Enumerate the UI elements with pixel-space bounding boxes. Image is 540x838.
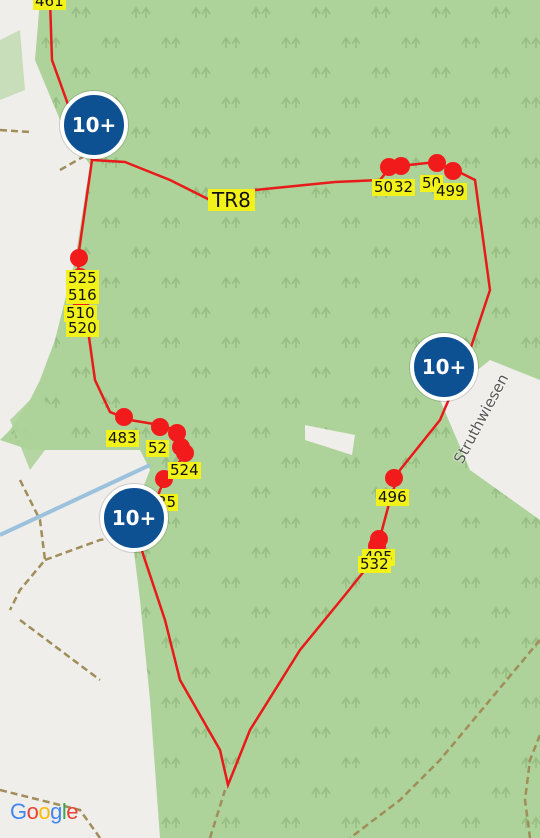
route-marker[interactable] bbox=[392, 157, 410, 175]
route-marker[interactable] bbox=[115, 408, 133, 426]
route-label-tr8[interactable]: TR8 bbox=[208, 189, 255, 211]
marker-label: 520 bbox=[66, 319, 99, 337]
marker-label: 496 bbox=[376, 488, 409, 506]
marker-cluster[interactable]: 10+ bbox=[60, 91, 128, 159]
route-marker[interactable] bbox=[176, 444, 194, 462]
marker-cluster[interactable]: 10+ bbox=[410, 333, 478, 401]
cluster-count: 10+ bbox=[111, 506, 157, 530]
route-marker[interactable] bbox=[385, 469, 403, 487]
marker-label: 499 bbox=[434, 182, 467, 200]
marker-cluster[interactable]: 10+ bbox=[100, 484, 168, 552]
marker-label: 524 bbox=[168, 461, 201, 479]
google-logo: Google bbox=[10, 798, 100, 830]
cluster-count: 10+ bbox=[71, 113, 117, 137]
marker-label: 52 bbox=[146, 439, 170, 457]
marker-label: 525 bbox=[66, 269, 99, 287]
marker-label: 461 bbox=[33, 0, 66, 10]
marker-label: 32 bbox=[392, 178, 416, 196]
google-logo-text: Google bbox=[10, 799, 78, 824]
marker-label: 483 bbox=[106, 429, 139, 447]
marker-label: 516 bbox=[66, 286, 99, 304]
route-marker[interactable] bbox=[151, 418, 169, 436]
marker-label: 532 bbox=[358, 555, 391, 573]
map-view[interactable]: Struthwiesen TR8 461 50 32 50 499 525 51… bbox=[0, 0, 540, 838]
google-logo-icon: Google bbox=[10, 799, 79, 824]
route-marker[interactable] bbox=[444, 162, 462, 180]
route-marker[interactable] bbox=[70, 249, 88, 267]
cluster-count: 10+ bbox=[421, 355, 467, 379]
